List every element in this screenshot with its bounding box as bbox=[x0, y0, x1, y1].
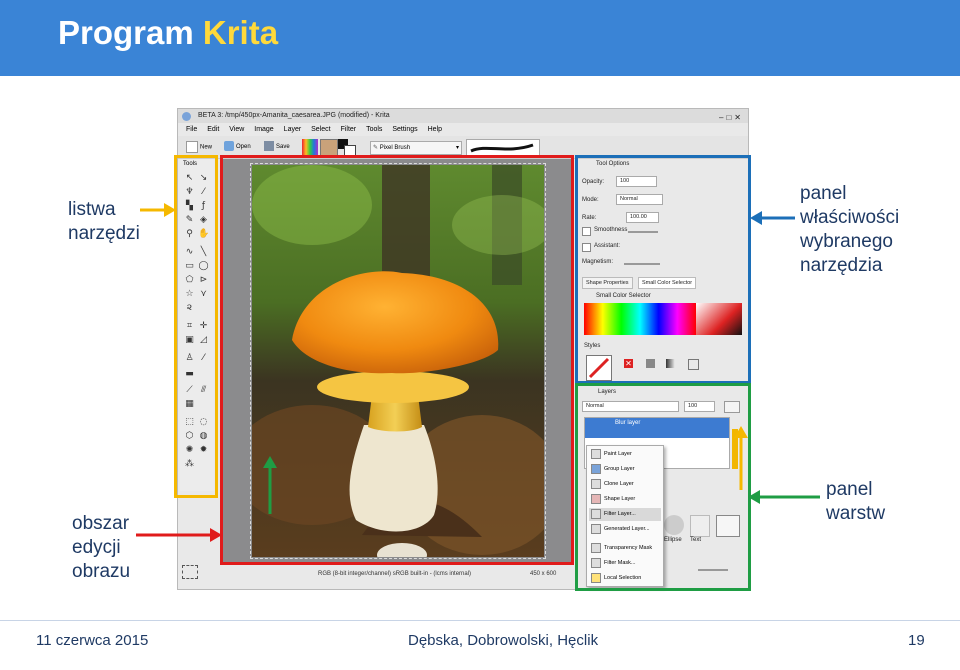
tool-options-caption-line3: wybranego bbox=[800, 231, 893, 252]
layers-yellow-arrow bbox=[734, 426, 748, 490]
tool-options-caption-line2: właściwości bbox=[800, 207, 900, 228]
layers-caption: panel warstw bbox=[826, 478, 885, 526]
canvas-caption-line3: obrazu bbox=[72, 561, 131, 582]
footer-page-number: 19 bbox=[908, 632, 925, 649]
toolbox-caption-line2: narzędzi bbox=[68, 223, 140, 244]
canvas-green-arrow bbox=[263, 456, 277, 514]
footer-divider bbox=[0, 620, 960, 621]
tool-options-caption-line1: panel bbox=[800, 183, 847, 204]
toolbox-caption-line1: listwa bbox=[68, 199, 116, 220]
canvas-caption-line2: edycji bbox=[72, 537, 121, 558]
footer-authors: Dębska, Dobrowolski, Hęclik bbox=[408, 632, 599, 649]
toolbox-caption: listwa narzędzi bbox=[68, 198, 140, 246]
layers-caption-line1: panel bbox=[826, 479, 873, 500]
canvas-caption-line1: obszar bbox=[72, 513, 130, 534]
canvas-arrow bbox=[136, 528, 222, 542]
tool-options-caption-line4: narzędzia bbox=[800, 255, 883, 276]
footer-date: 11 czerwca 2015 bbox=[36, 632, 149, 649]
layers-caption-line2: warstw bbox=[826, 503, 886, 524]
canvas-caption: obszar edycji obrazu bbox=[72, 512, 130, 584]
tool-options-arrow bbox=[750, 211, 795, 225]
annotation-arrows bbox=[136, 203, 820, 542]
tool-options-caption: panel właściwości wybranego narzędzia bbox=[800, 182, 899, 278]
layers-arrow bbox=[748, 490, 820, 504]
toolbox-arrow bbox=[140, 203, 176, 217]
